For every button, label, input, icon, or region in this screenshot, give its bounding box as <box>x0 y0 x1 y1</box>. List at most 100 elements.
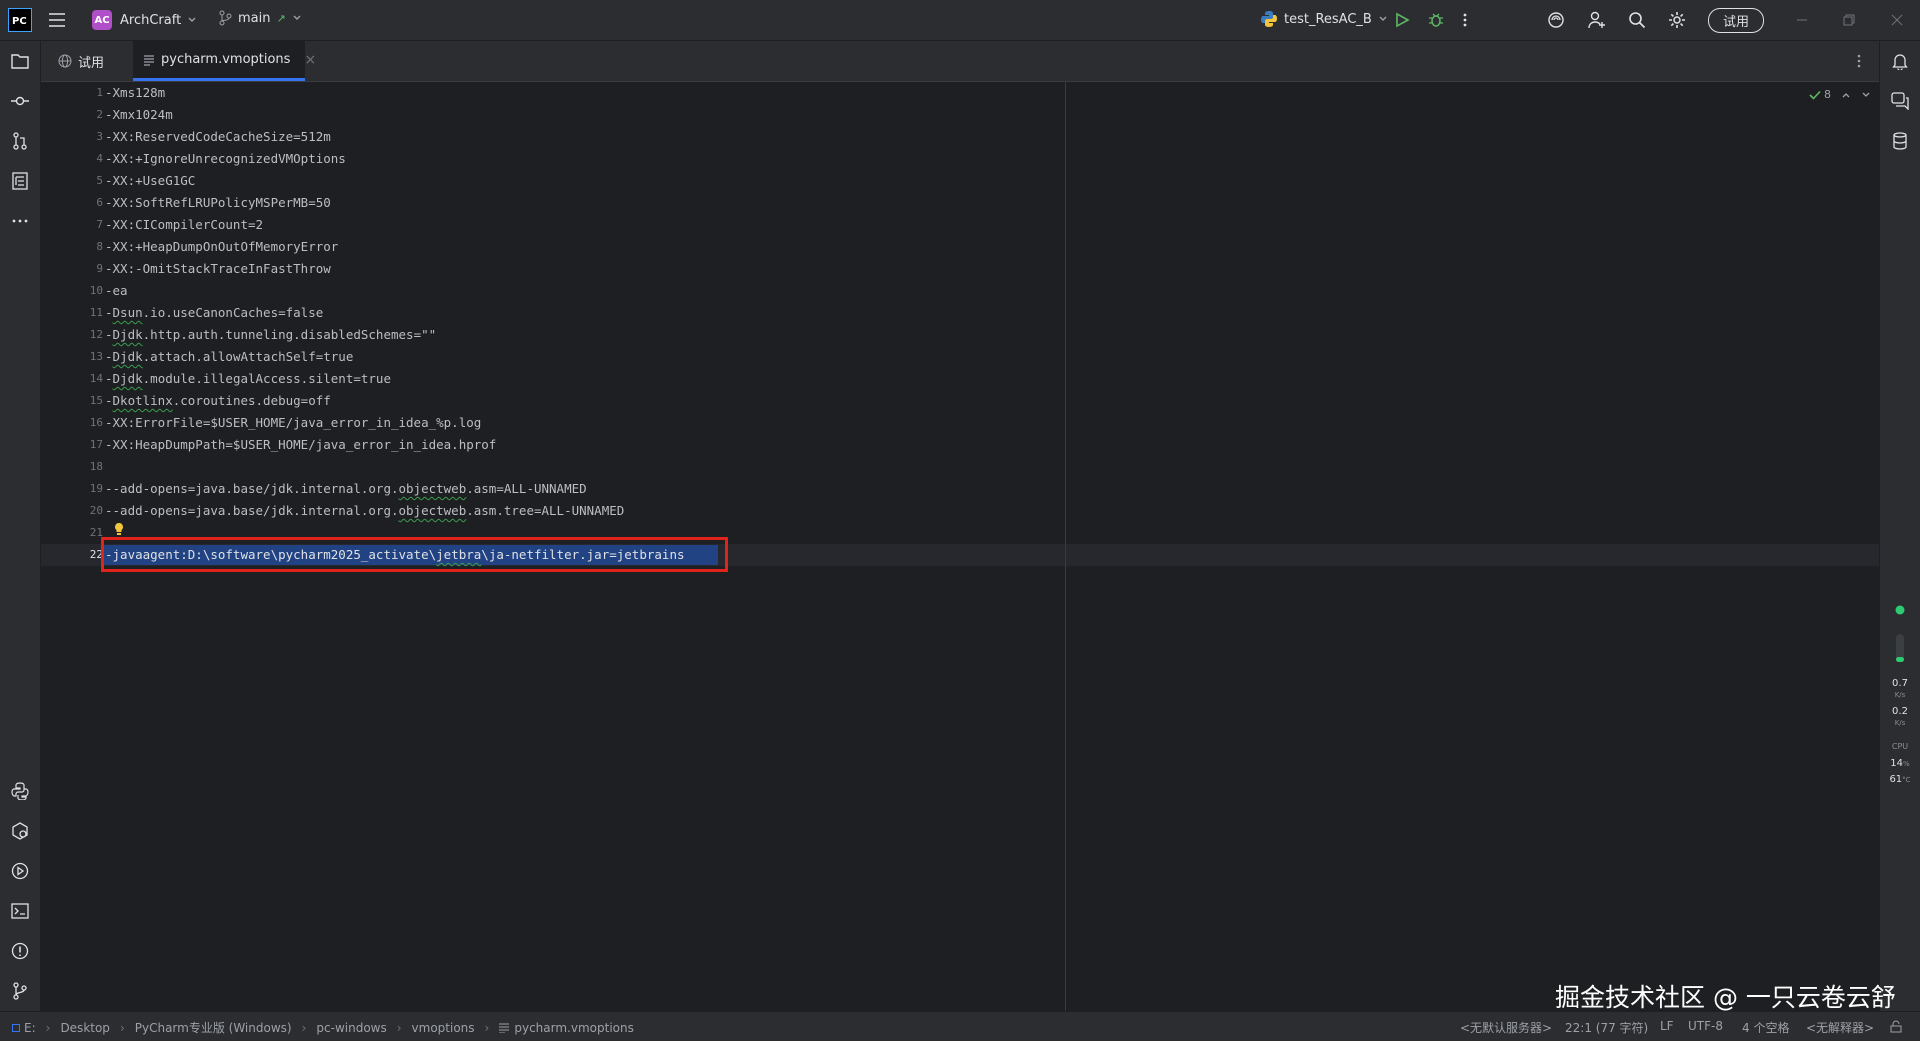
code-line[interactable]: -Dsun.io.useCanonCaches=false <box>105 302 323 324</box>
breadcrumb-pycharm-folder[interactable]: PyCharm专业版 (Windows) <box>135 1019 292 1036</box>
project-switcher[interactable]: AC ArchCraft <box>92 10 197 30</box>
notifications-bell-icon[interactable] <box>1888 49 1912 73</box>
git-branch-icon <box>218 10 232 26</box>
temp-unit: °C <box>1902 776 1911 784</box>
run-config-selector[interactable]: test_ResAC_B <box>1260 10 1388 28</box>
run-panel-icon[interactable] <box>8 859 32 883</box>
inspection-widget[interactable]: 8 <box>1809 88 1871 101</box>
code-editor[interactable]: 1 2 3 4 5 6 7 8 9 10 11 12 13 14 15 16 17 18 19 20 21 22 -Xms… <box>41 82 1879 1011</box>
code-line[interactable]: -XX:SoftRefLRUPolicyMSPerMB=50 <box>105 192 331 214</box>
minimize-icon[interactable] <box>1796 14 1808 26</box>
search-icon[interactable] <box>1628 11 1646 29</box>
code-line[interactable]: --add-opens=java.base/jdk.internal.org.o… <box>105 500 624 522</box>
code-line[interactable]: -XX:-OmitStackTraceInFastThrow <box>105 258 331 280</box>
line-separator[interactable]: LF <box>1660 1019 1674 1033</box>
commit-icon[interactable] <box>8 89 32 113</box>
structure-icon[interactable] <box>8 169 32 193</box>
chevron-up-icon[interactable] <box>1841 90 1851 100</box>
status-bar: E: › Desktop › PyCharm专业版 (Windows) › pc… <box>0 1011 1920 1041</box>
breadcrumb-pc-windows[interactable]: pc-windows <box>316 1021 386 1035</box>
spelling-warning: Djdk <box>112 349 143 364</box>
code-line[interactable]: -XX:+UseG1GC <box>105 170 195 192</box>
interpreter-widget[interactable]: <无解释器> <box>1806 1019 1874 1036</box>
code-line[interactable]: -XX:ReservedCodeCacheSize=512m <box>105 126 331 148</box>
memory-gauge-icon <box>1895 633 1905 663</box>
spelling-warning: Djdk <box>112 371 143 386</box>
caret-position[interactable]: 22:1 (77 字符) <box>1565 1019 1648 1036</box>
tab-options-more-icon[interactable] <box>1856 53 1862 69</box>
project-folder-icon[interactable] <box>8 49 32 73</box>
line-number: 14 <box>89 372 103 385</box>
code-line[interactable]: -XX:CICompilerCount=2 <box>105 214 263 236</box>
line-number: 9 <box>96 262 103 275</box>
line-number: 21 <box>89 526 103 539</box>
line-number: 11 <box>89 306 103 319</box>
breadcrumb-file[interactable]: pycharm.vmoptions <box>514 1021 634 1035</box>
file-encoding[interactable]: UTF-8 <box>1688 1019 1723 1033</box>
chevron-down-icon <box>292 13 302 23</box>
more-horizontal-icon[interactable] <box>8 209 32 233</box>
file-lines-icon <box>143 54 155 66</box>
problems-icon[interactable] <box>8 939 32 963</box>
project-badge: AC <box>92 10 112 30</box>
services-icon[interactable] <box>8 819 32 843</box>
code-line[interactable]: -XX:HeapDumpPath=$USER_HOME/java_error_i… <box>105 434 496 456</box>
line-number-gutter: 1 2 3 4 5 6 7 8 9 10 11 12 13 14 15 16 17 18 19 20 21 22 <box>41 82 103 1011</box>
settings-gear-icon[interactable] <box>1668 11 1686 29</box>
chevron-down-icon <box>1378 14 1388 24</box>
line-number: 13 <box>89 350 103 363</box>
trial-button[interactable]: 试用 <box>1708 8 1765 33</box>
spelling-warning: Djdk <box>112 327 143 342</box>
add-user-icon[interactable] <box>1588 11 1606 29</box>
line-number: 4 <box>96 152 103 165</box>
server-widget[interactable]: <无默认服务器> <box>1460 1019 1552 1036</box>
cpu-usage: 14% <box>1880 758 1920 770</box>
breadcrumb-drive[interactable]: E: <box>24 1021 36 1035</box>
debug-icon[interactable] <box>1428 12 1444 28</box>
git-icon[interactable] <box>8 979 32 1003</box>
code-line[interactable]: -Xmx1024m <box>105 104 173 126</box>
code-line[interactable]: -XX:ErrorFile=$USER_HOME/java_error_in_i… <box>105 412 481 434</box>
code-line[interactable]: -Dkotlinx.coroutines.debug=off <box>105 390 331 412</box>
ai-assistant-icon[interactable] <box>1547 11 1565 29</box>
breadcrumb-vmoptions[interactable]: vmoptions <box>412 1021 475 1035</box>
code-line[interactable]: -Djdk.http.auth.tunneling.disabledScheme… <box>105 324 436 346</box>
code-line[interactable]: --add-opens=java.base/jdk.internal.org.o… <box>105 478 587 500</box>
cpu-label: CPU <box>1891 742 1909 751</box>
spelling-warning: Dkotlinx <box>112 393 173 408</box>
lock-open-icon[interactable] <box>1890 1020 1902 1033</box>
breadcrumb-desktop[interactable]: Desktop <box>60 1021 110 1035</box>
branch-push-arrow: ↗ <box>276 11 286 25</box>
code-line[interactable]: -Xms128m <box>105 82 165 104</box>
code-line[interactable]: -XX:+IgnoreUnrecognizedVMOptions <box>105 148 346 170</box>
branch-name: main <box>238 10 271 26</box>
main-menu-icon[interactable] <box>48 12 66 28</box>
ai-chat-icon[interactable] <box>1888 89 1912 113</box>
cpu-unit: % <box>1903 760 1910 768</box>
status-green-dot-icon <box>1895 605 1905 615</box>
code-line[interactable]: -Djdk.module.illegalAccess.silent=true <box>105 368 391 390</box>
more-vertical-icon[interactable] <box>1462 12 1468 28</box>
terminal-icon[interactable] <box>8 899 32 923</box>
tab-close-icon[interactable]: × <box>304 52 316 68</box>
run-icon[interactable] <box>1394 12 1410 28</box>
restore-icon[interactable] <box>1843 14 1855 26</box>
tab-trial[interactable]: 试用 <box>41 41 121 81</box>
indent-setting[interactable]: 4 个空格 <box>1742 1019 1789 1036</box>
python-packages-icon[interactable] <box>8 779 32 803</box>
net-up-unit: K/s <box>1894 691 1906 699</box>
close-window-icon[interactable] <box>1891 14 1903 26</box>
code-line[interactable]: -ea <box>105 280 128 302</box>
database-icon[interactable] <box>1888 129 1912 153</box>
pull-requests-icon[interactable] <box>8 129 32 153</box>
code-line[interactable]: -XX:+HeapDumpOnOutOfMemoryError <box>105 236 338 258</box>
check-icon <box>1809 90 1821 100</box>
intention-bulb-icon[interactable] <box>113 522 125 536</box>
line-number: 6 <box>96 196 103 209</box>
tab-pycharm-vmoptions[interactable]: pycharm.vmoptions × <box>133 41 316 81</box>
chevron-down-icon[interactable] <box>1861 90 1871 100</box>
branch-switcher[interactable]: main ↗ <box>218 10 302 26</box>
line-number: 8 <box>96 240 103 253</box>
line-number: 1 <box>96 86 103 99</box>
code-line[interactable]: -Djdk.attach.allowAttachSelf=true <box>105 346 353 368</box>
